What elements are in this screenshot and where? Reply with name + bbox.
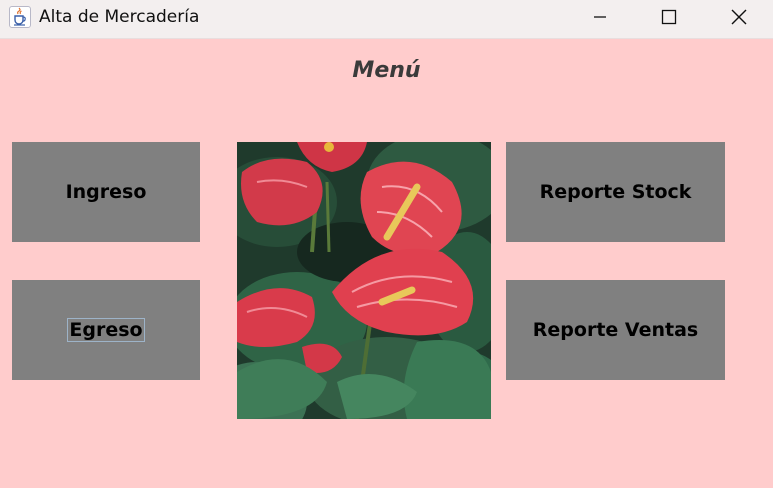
maximize-button[interactable] <box>635 0 703 34</box>
maximize-icon <box>661 9 677 25</box>
reporte-stock-button-label: Reporte Stock <box>539 181 692 203</box>
window-titlebar[interactable]: Alta de Mercadería <box>0 0 773 39</box>
minimize-icon <box>594 16 606 18</box>
ingreso-button[interactable]: Ingreso <box>12 142 200 242</box>
close-icon <box>731 9 747 25</box>
ingreso-button-label: Ingreso <box>65 181 147 203</box>
reporte-ventas-button-label: Reporte Ventas <box>532 319 699 341</box>
menu-title: Menú <box>352 58 421 83</box>
close-button[interactable] <box>705 0 773 34</box>
anthurium-flower-image <box>237 142 491 419</box>
minimize-button[interactable] <box>566 0 634 34</box>
egreso-button[interactable]: Egreso <box>12 280 200 380</box>
egreso-button-label: Egreso <box>67 318 145 342</box>
java-cup-icon <box>9 6 31 28</box>
reporte-stock-button[interactable]: Reporte Stock <box>506 142 725 242</box>
window-title: Alta de Mercadería <box>39 7 200 27</box>
reporte-ventas-button[interactable]: Reporte Ventas <box>506 280 725 380</box>
